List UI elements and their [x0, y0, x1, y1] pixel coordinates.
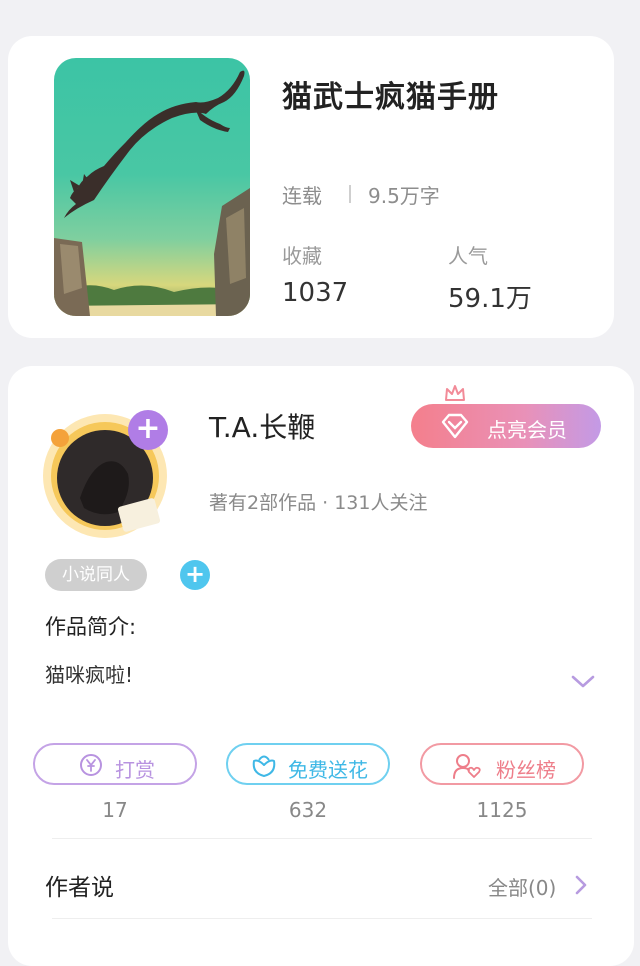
chevron-right-icon[interactable]: [574, 874, 588, 896]
vip-label: 点亮会员: [487, 418, 567, 442]
crown-icon: [445, 385, 465, 401]
author-says-title: 作者说: [45, 875, 114, 901]
collect-value: 1037: [282, 278, 349, 308]
bottom-divider: [52, 918, 592, 919]
book-cover-image[interactable]: [54, 58, 250, 316]
flower-icon: [252, 755, 276, 777]
popularity-value: 59.1万: [448, 284, 532, 314]
vip-button[interactable]: 点亮会员: [411, 404, 601, 448]
expand-chevron-down-icon[interactable]: [570, 674, 596, 690]
book-status: 连载: [282, 184, 322, 208]
reward-button[interactable]: 打赏: [33, 743, 197, 785]
book-title: 猫武士疯猫手册: [282, 80, 499, 115]
send-flower-button[interactable]: 免费送花: [226, 743, 390, 785]
intro-text: 猫咪疯啦!: [45, 663, 134, 687]
diamond-icon: [441, 413, 469, 439]
author-summary: 著有2部作品 · 131人关注: [209, 492, 428, 514]
cat-jump-illustration: [54, 70, 250, 316]
author-says-all-link[interactable]: 全部(0): [488, 872, 556, 901]
book-info-card: 猫武士疯猫手册 连载 9.5万字 收藏 1037 人气 59.1万: [8, 36, 614, 338]
popularity-label: 人气: [448, 244, 488, 268]
collect-label: 收藏: [282, 244, 322, 268]
reward-count: 17: [102, 798, 128, 822]
fans-rank-label: 粉丝榜: [496, 758, 556, 782]
follow-plus-button[interactable]: +: [128, 410, 168, 450]
author-tag[interactable]: 小说同人: [45, 559, 147, 591]
author-name[interactable]: T.A.长鞭: [209, 406, 315, 446]
send-flower-label: 免费送花: [288, 758, 368, 782]
section-divider: [52, 838, 592, 839]
fans-count: 1125: [476, 798, 528, 822]
yuan-coin-icon: [80, 754, 102, 776]
fans-rank-button[interactable]: 粉丝榜: [420, 743, 584, 785]
reward-label: 打赏: [115, 758, 155, 782]
book-word-count: 9.5万字: [368, 184, 440, 208]
meta-divider: [349, 185, 351, 203]
add-tag-button[interactable]: +: [180, 560, 210, 590]
author-card: + T.A.长鞭 点亮会员 著有2部作品 · 131人关注 小说同人 + 作品简…: [8, 366, 634, 966]
fan-heart-icon: [453, 754, 481, 779]
intro-title: 作品简介:: [45, 615, 137, 639]
flower-count: 632: [288, 798, 328, 822]
